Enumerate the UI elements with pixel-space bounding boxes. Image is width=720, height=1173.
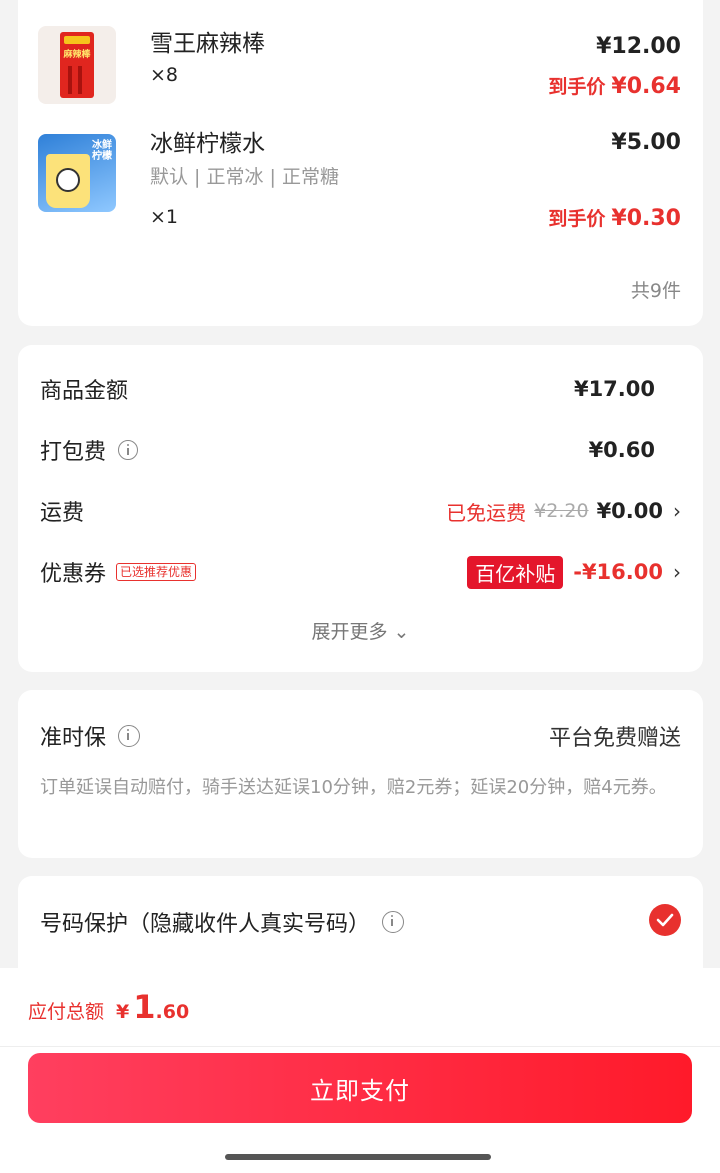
final-price-value: ¥0.64 bbox=[611, 74, 681, 99]
shipping-fee-label: 运费 bbox=[40, 501, 85, 526]
product-spec: 默认 | 正常冰 | 正常糖 bbox=[150, 166, 339, 188]
payable-total: 应付总额 ¥ 1 .60 bbox=[28, 988, 189, 1026]
expand-more-button[interactable]: 展开更多 ⌄ bbox=[18, 617, 703, 644]
product-price: ¥5.00 bbox=[611, 130, 681, 155]
info-icon[interactable] bbox=[118, 725, 141, 747]
shipping-fee-row[interactable]: 运费 已免运费 ¥2.20 ¥0.00 › bbox=[40, 493, 681, 529]
packing-fee-value: ¥0.60 bbox=[588, 438, 655, 462]
info-icon[interactable] bbox=[118, 440, 139, 460]
product-quantity: ×8 bbox=[150, 64, 179, 86]
packing-fee-label: 打包费 bbox=[40, 440, 107, 465]
ontime-guarantee-card: 准时保 平台免费赠送 订单延误自动赔付，骑手送达延误10分钟，赔2元券；延误20… bbox=[18, 690, 703, 858]
chevron-right-icon: › bbox=[673, 499, 681, 523]
final-price-value: ¥0.30 bbox=[611, 206, 681, 231]
free-shipping-text: 已免运费 bbox=[446, 500, 527, 525]
check-icon bbox=[656, 913, 674, 927]
coupon-recommend-tag: 已选推荐优惠 bbox=[116, 563, 197, 581]
final-price-label: 到手价 bbox=[548, 76, 606, 98]
subsidy-badge: 百亿补贴 bbox=[467, 555, 564, 589]
product-thumbnail: 麻辣棒 bbox=[38, 26, 116, 104]
packing-fee-row: 打包费 ¥0.60 bbox=[40, 432, 681, 468]
product-name: 冰鲜柠檬水 bbox=[150, 131, 265, 157]
original-shipping-fee: ¥2.20 bbox=[534, 500, 589, 522]
currency-symbol: ¥ bbox=[116, 1001, 130, 1023]
number-protection-row: 号码保护（隐藏收件人真实号码） bbox=[40, 904, 681, 940]
guarantee-free-text: 平台免费赠送 bbox=[548, 726, 681, 751]
final-price: 到手价 ¥0.30 bbox=[548, 204, 681, 231]
product-price: ¥12.00 bbox=[596, 34, 681, 59]
item-total-count: 共9件 bbox=[630, 280, 681, 302]
chevron-right-icon: › bbox=[673, 560, 681, 584]
payable-total-label: 应付总额 bbox=[28, 1001, 105, 1023]
payable-total-integer: 1 bbox=[133, 988, 156, 1026]
pay-now-button[interactable]: 立即支付 bbox=[28, 1053, 692, 1123]
goods-amount-label: 商品金额 bbox=[40, 379, 129, 404]
goods-amount-value: ¥17.00 bbox=[573, 377, 655, 401]
number-protection-checkbox[interactable] bbox=[649, 904, 681, 936]
home-indicator[interactable] bbox=[225, 1154, 491, 1160]
coupon-row[interactable]: 优惠券 已选推荐优惠 百亿补贴 -¥16.00 › bbox=[40, 554, 681, 590]
info-icon[interactable] bbox=[382, 911, 405, 933]
goods-amount-row: 商品金额 ¥17.00 bbox=[40, 371, 681, 407]
payable-total-decimal: .60 bbox=[155, 1001, 190, 1023]
fee-summary-card: 商品金额 ¥17.00 打包费 ¥0.60 运费 已免运费 ¥2.20 ¥0.0… bbox=[18, 345, 703, 672]
order-item[interactable]: 麻辣棒 雪王麻辣棒 ×8 ¥12.00 到手价 ¥0.64 bbox=[38, 26, 681, 116]
final-price: 到手价 ¥0.64 bbox=[548, 72, 681, 99]
product-thumbnail: 冰鲜柠檬 bbox=[38, 134, 116, 212]
product-quantity: ×1 bbox=[150, 206, 179, 228]
divider bbox=[0, 1046, 720, 1047]
order-items-card: 麻辣棒 雪王麻辣棒 ×8 ¥12.00 到手价 ¥0.64 冰鲜柠檬 冰鲜柠檬水 … bbox=[18, 0, 703, 326]
guarantee-description: 订单延误自动赔付，骑手送达延误10分钟，赔2元券；延误20分钟，赔4元券。 bbox=[40, 777, 667, 798]
coupon-discount-value: -¥16.00 bbox=[573, 560, 663, 584]
guarantee-title-row: 准时保 bbox=[40, 720, 141, 752]
number-protection-label: 号码保护（隐藏收件人真实号码） bbox=[40, 912, 371, 937]
thumbnail-text: 麻辣棒 bbox=[63, 50, 91, 60]
checkout-bar: 应付总额 ¥ 1 .60 立即支付 bbox=[0, 968, 720, 1173]
guarantee-title: 准时保 bbox=[40, 726, 107, 751]
shipping-fee-value: ¥0.00 bbox=[596, 499, 663, 523]
final-price-label: 到手价 bbox=[548, 208, 606, 230]
thumbnail-text: 冰鲜柠檬 bbox=[92, 140, 112, 162]
product-name: 雪王麻辣棒 bbox=[150, 31, 265, 57]
order-item[interactable]: 冰鲜柠檬 冰鲜柠檬水 默认 | 正常冰 | 正常糖 ×1 ¥5.00 到手价 ¥0… bbox=[38, 130, 681, 244]
coupon-label: 优惠券 bbox=[40, 562, 107, 587]
